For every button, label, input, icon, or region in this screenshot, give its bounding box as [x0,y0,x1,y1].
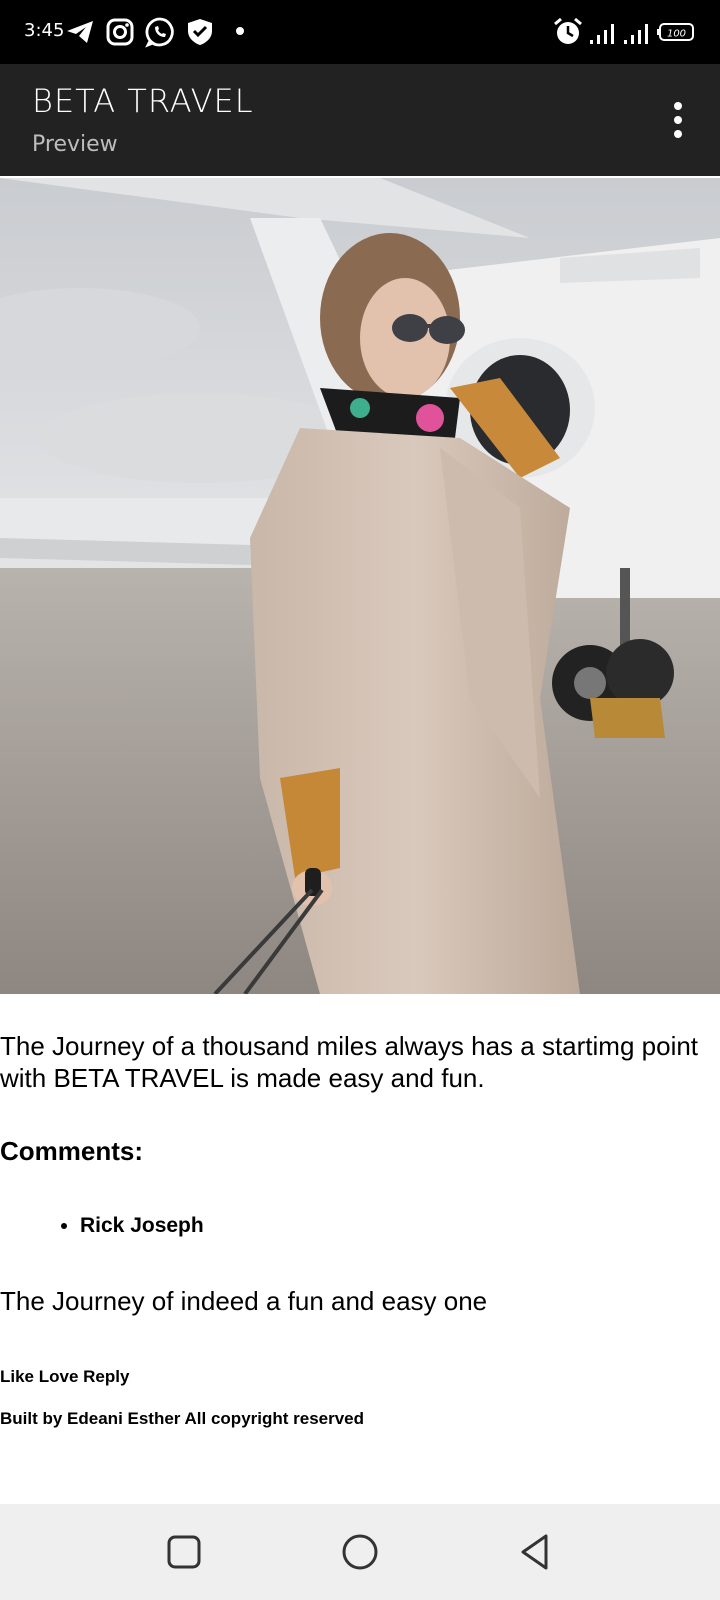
notification-dot [236,27,244,35]
intro-text: The Journey of a thousand miles always h… [0,1031,699,1093]
footer-credit: Built by Edeani Esther All copyright res… [0,1409,365,1428]
app-bar: BETA TRAVEL Preview [0,64,720,176]
comments-heading: Comments: [0,1136,144,1166]
status-time: 3:45 [24,20,65,41]
battery-level: 100 [667,29,686,40]
app-subtitle: Preview [32,132,118,157]
comment-list: Rick Joseph [0,1214,204,1238]
shield-icon [188,19,212,45]
instagram-icon [106,18,134,46]
home-icon[interactable] [338,1530,382,1574]
navigation-bar [0,1504,720,1600]
recents-icon[interactable] [162,1530,206,1574]
back-icon[interactable] [514,1530,558,1574]
commenter-name: Rick Joseph [80,1214,204,1238]
telegram-icon [67,21,93,43]
status-bar: 3:45 100 [0,0,720,64]
whatsapp-icon [145,17,174,48]
app-title: BETA TRAVEL [32,82,254,120]
comment-text: The Journey of indeed a fun and easy one [0,1286,488,1316]
signal-icon [590,24,614,44]
travel-photo [0,178,720,994]
comment-actions[interactable]: Like Love Reply [0,1367,129,1387]
hero-image [0,178,720,994]
signal-icon [624,24,648,44]
battery-icon: 100 [657,23,694,41]
alarm-icon [554,17,582,44]
more-vert-icon[interactable] [666,98,690,142]
